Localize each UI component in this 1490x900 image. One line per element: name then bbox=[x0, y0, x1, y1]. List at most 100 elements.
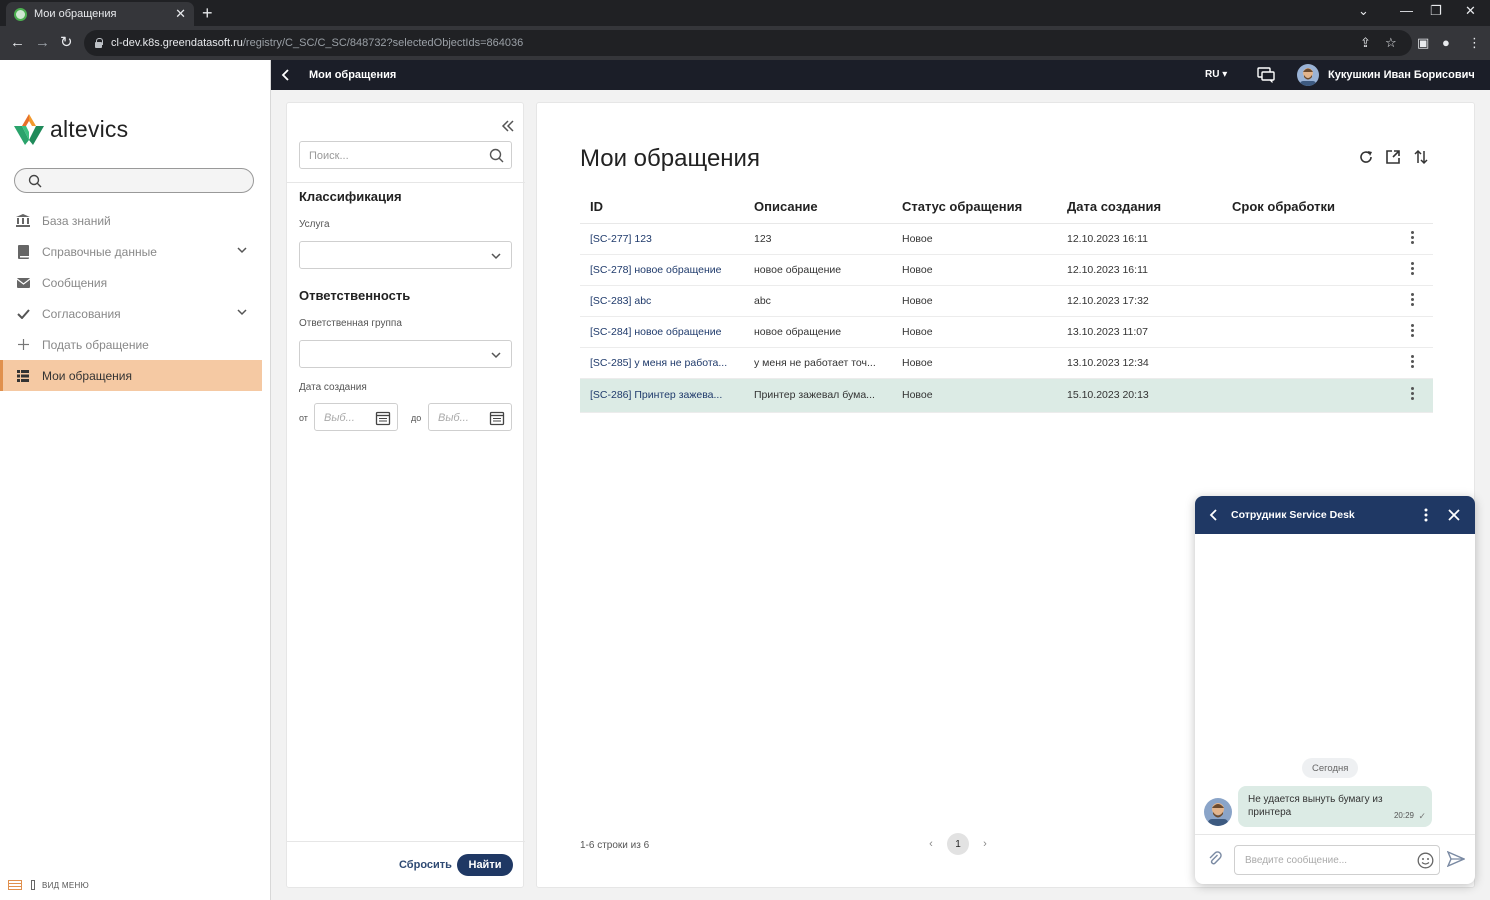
collapse-panel-icon[interactable] bbox=[501, 119, 515, 133]
date-from-input[interactable]: Выб... bbox=[314, 403, 398, 431]
table-row[interactable]: [SC-285] у меня не работа... у меня не р… bbox=[580, 347, 1433, 379]
language-label: RU bbox=[1205, 69, 1220, 80]
url-bar[interactable]: cl-dev.k8s.greendatasoft.ru/registry/C_S… bbox=[84, 30, 1412, 56]
cell-id[interactable]: [SC-283] abc bbox=[580, 285, 744, 317]
responsible-group-select[interactable] bbox=[299, 340, 512, 368]
export-icon[interactable] bbox=[1385, 149, 1401, 165]
cell-status: Новое bbox=[892, 285, 1057, 317]
row-menu[interactable] bbox=[1392, 223, 1433, 255]
menu-view-toggle[interactable]: ВИД МЕНЮ bbox=[8, 880, 89, 890]
column-header-status[interactable]: Статус обращения bbox=[892, 191, 1057, 224]
sidebar-item-messages[interactable]: Сообщения bbox=[0, 267, 262, 298]
list-icon bbox=[16, 369, 30, 383]
kebab-menu-icon[interactable] bbox=[1411, 229, 1414, 246]
sidebar-item-submit-request[interactable]: Подать обращение bbox=[0, 329, 262, 360]
chat-title: Сотрудник Service Desk bbox=[1231, 509, 1355, 521]
cell-id[interactable]: [SC-284] новое обращение bbox=[580, 316, 744, 348]
sort-icon[interactable] bbox=[1413, 149, 1429, 165]
kebab-menu-icon[interactable] bbox=[1411, 385, 1414, 402]
cell-created: 13.10.2023 12:34 bbox=[1057, 347, 1222, 379]
section-classification: Классификация bbox=[299, 189, 402, 204]
page-number-button[interactable]: 1 bbox=[947, 833, 969, 855]
date-to-input[interactable]: Выб... bbox=[428, 403, 512, 431]
reload-icon[interactable]: ↻ bbox=[60, 34, 73, 52]
back-chevron-icon[interactable] bbox=[281, 68, 291, 82]
tab-search-icon[interactable]: ⌄ bbox=[1358, 3, 1369, 19]
bookmark-star-icon[interactable]: ☆ bbox=[1385, 35, 1397, 51]
kebab-menu-icon[interactable] bbox=[1411, 322, 1414, 339]
back-arrow-icon[interactable]: ← bbox=[10, 34, 25, 52]
chat-bubbles-icon[interactable] bbox=[1257, 67, 1275, 83]
cell-due bbox=[1222, 316, 1392, 348]
row-menu[interactable] bbox=[1392, 285, 1433, 317]
row-menu[interactable] bbox=[1392, 347, 1433, 379]
browser-menu-icon[interactable]: ⋮ bbox=[1468, 35, 1481, 51]
browser-tab-title: Мои обращения bbox=[34, 8, 117, 20]
cell-id[interactable]: [SC-278] новое обращение bbox=[580, 254, 744, 286]
sidebar-item-knowledge-base[interactable]: База знаний bbox=[0, 205, 262, 236]
calendar-icon bbox=[375, 411, 391, 426]
sidebar-item-reference-data[interactable]: Справочные данные bbox=[0, 236, 262, 267]
service-label: Услуга bbox=[299, 219, 330, 230]
reset-button[interactable]: Сбросить bbox=[399, 859, 452, 871]
kebab-menu-icon[interactable] bbox=[1411, 260, 1414, 277]
sidebar-search-input[interactable] bbox=[14, 168, 254, 193]
paperclip-icon[interactable] bbox=[1207, 851, 1223, 867]
column-header-id[interactable]: ID bbox=[580, 191, 744, 224]
sidepanel-icon[interactable]: ▣ bbox=[1417, 35, 1429, 51]
user-avatar[interactable] bbox=[1297, 64, 1319, 86]
sidebar-item-my-requests[interactable]: Мои обращения bbox=[0, 360, 262, 391]
chevron-down-icon bbox=[491, 352, 501, 359]
find-button[interactable]: Найти bbox=[457, 854, 513, 876]
logo[interactable]: altevics bbox=[12, 112, 128, 146]
chevron-down-icon[interactable] bbox=[236, 306, 248, 318]
kebab-menu-icon[interactable] bbox=[1411, 353, 1414, 370]
minimize-icon[interactable]: — bbox=[1400, 3, 1413, 18]
user-name[interactable]: Кукушкин Иван Борисович bbox=[1328, 69, 1475, 81]
forward-arrow-icon[interactable]: → bbox=[35, 34, 50, 52]
window-close-icon[interactable]: ✕ bbox=[1465, 3, 1476, 19]
chevron-down-icon bbox=[491, 253, 501, 260]
plus-icon bbox=[16, 338, 30, 352]
app-header: Мои обращения RU ▾ Кукушкин Иван Борисов… bbox=[271, 60, 1490, 90]
kebab-menu-icon[interactable] bbox=[1411, 291, 1414, 308]
table-row[interactable]: [SC-284] новое обращение новое обращение… bbox=[580, 316, 1433, 348]
cell-id[interactable]: [SC-277] 123 bbox=[580, 223, 744, 255]
cell-id[interactable]: [SC-285] у меня не работа... bbox=[580, 347, 744, 379]
send-icon[interactable] bbox=[1447, 851, 1465, 867]
profile-icon[interactable]: ● bbox=[1442, 35, 1450, 50]
emoji-icon[interactable] bbox=[1417, 852, 1434, 869]
table-row[interactable]: [SC-277] 123 123 Новое 12.10.2023 16:11 bbox=[580, 223, 1433, 255]
cell-description: новое обращение bbox=[744, 254, 892, 286]
share-icon[interactable]: ⇪ bbox=[1360, 35, 1371, 51]
cell-id[interactable]: [SC-286] Принтер зажева... bbox=[580, 378, 744, 413]
filter-search-input[interactable]: Поиск... bbox=[299, 141, 512, 169]
row-menu[interactable] bbox=[1392, 254, 1433, 286]
language-selector[interactable]: RU ▾ bbox=[1205, 69, 1227, 80]
table-row-selected[interactable]: [SC-286] Принтер зажева... Принтер зажев… bbox=[580, 378, 1433, 413]
chevron-down-icon[interactable] bbox=[236, 244, 248, 256]
column-header-description[interactable]: Описание bbox=[744, 191, 892, 224]
sidebar-item-label: Согласования bbox=[42, 306, 121, 321]
column-header-created[interactable]: Дата создания bbox=[1057, 191, 1222, 224]
chat-close-icon[interactable] bbox=[1447, 508, 1461, 522]
next-page-icon[interactable]: › bbox=[975, 838, 995, 850]
table-row[interactable]: [SC-283] abc abc Новое 12.10.2023 17:32 bbox=[580, 285, 1433, 317]
new-tab-button[interactable]: + bbox=[202, 3, 213, 23]
sidebar-item-approvals[interactable]: Согласования bbox=[0, 298, 262, 329]
restore-icon[interactable]: ❐ bbox=[1430, 3, 1442, 19]
table-row[interactable]: [SC-278] новое обращение новое обращение… bbox=[580, 254, 1433, 286]
browser-tab[interactable]: Мои обращения ✕ bbox=[6, 2, 194, 26]
chat-message-text: Не удается вынуть бумагу из принтера bbox=[1248, 794, 1383, 818]
service-select[interactable] bbox=[299, 241, 512, 269]
row-menu[interactable] bbox=[1392, 378, 1433, 413]
row-menu[interactable] bbox=[1392, 316, 1433, 348]
prev-page-icon[interactable]: ‹ bbox=[921, 838, 941, 850]
chat-menu-icon[interactable] bbox=[1424, 508, 1428, 522]
refresh-icon[interactable] bbox=[1358, 149, 1374, 165]
chat-back-icon[interactable] bbox=[1209, 508, 1219, 522]
column-header-due[interactable]: Срок обработки bbox=[1222, 191, 1392, 224]
close-tab-icon[interactable]: ✕ bbox=[175, 6, 186, 22]
chat-message-input[interactable]: Введите сообщение... bbox=[1234, 845, 1440, 875]
sidebar-item-label: База знаний bbox=[42, 213, 111, 228]
